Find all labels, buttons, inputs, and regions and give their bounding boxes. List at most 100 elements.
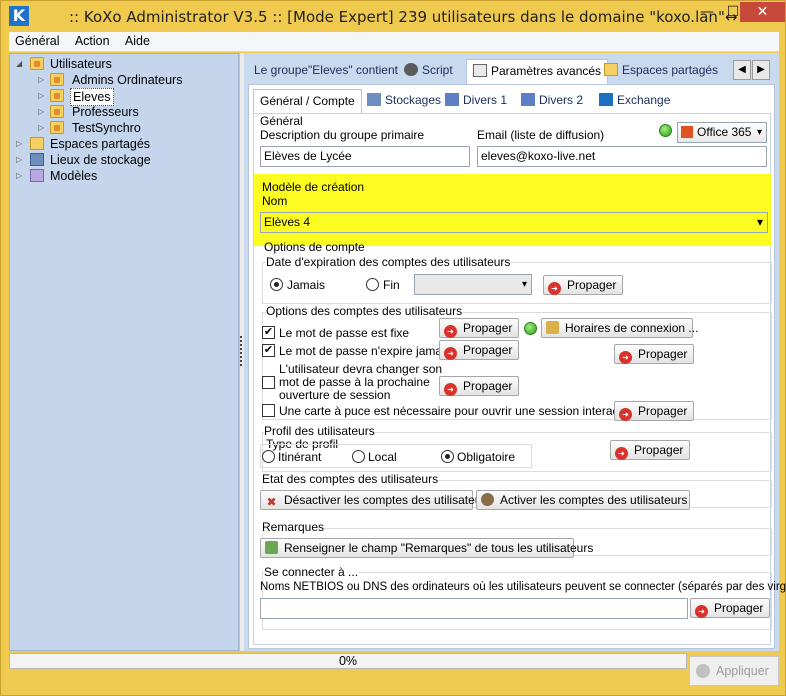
- email-input[interactable]: eleves@koxo-live.net: [477, 146, 767, 167]
- title-bar[interactable]: K :: KoXo Administrator V3.5 :: [Mode Ex…: [1, 1, 786, 31]
- tree-node-eleves[interactable]: ▷ Eleves: [38, 88, 228, 106]
- collapsed-arrow-icon[interactable]: ▷: [16, 136, 26, 152]
- menu-bar: Général Action Aide: [9, 32, 779, 52]
- never-expire-checkbox[interactable]: ✔: [262, 344, 275, 357]
- description-label: Description du groupe primaire: [260, 128, 425, 142]
- misc-icon: [445, 93, 459, 106]
- propagate-profile-button[interactable]: ➜ Propager: [610, 440, 690, 460]
- chevron-down-icon: ▾: [521, 279, 527, 290]
- computers-input[interactable]: [260, 598, 688, 619]
- misc-icon: [521, 93, 535, 106]
- menu-general[interactable]: Général: [9, 32, 65, 48]
- disable-accounts-button[interactable]: ✖ Désactiver les comptes des utilisateurs: [260, 490, 491, 510]
- expiration-label: Date d'expiration des comptes des utilis…: [266, 255, 511, 269]
- propagate-smartcard-button[interactable]: ➜ Propager: [614, 401, 694, 421]
- tree-node-teachers[interactable]: ▷ Professeurs: [38, 104, 228, 120]
- menu-help[interactable]: Aide: [119, 32, 156, 48]
- smartcard-checkbox[interactable]: [262, 404, 275, 417]
- tree-node-models[interactable]: ▷ Modèles: [16, 168, 226, 184]
- description-input[interactable]: Elèves de Lycée: [260, 146, 470, 167]
- office-icon: [681, 126, 693, 138]
- general-account-content: Général Description du groupe primaire E…: [253, 113, 786, 645]
- smartcard-label: Une carte à puce est nécessaire pour ouv…: [279, 404, 638, 418]
- expanded-arrow-icon[interactable]: ◢: [16, 56, 26, 72]
- tab-advanced-label: Paramètres avancés: [491, 64, 602, 78]
- propagate-never-expire-button[interactable]: ➜ Propager: [439, 340, 519, 360]
- section-general: Général: [260, 114, 303, 128]
- chevron-down-icon: ▾: [756, 127, 762, 138]
- end-radio[interactable]: [366, 278, 379, 291]
- apply-button[interactable]: Appliquer: [689, 656, 779, 686]
- collapsed-arrow-icon[interactable]: ▷: [38, 72, 48, 88]
- must-change-checkbox[interactable]: [262, 376, 275, 389]
- tab-group-contents[interactable]: Le groupe"Eleves" contient: [248, 59, 404, 83]
- tab-advanced-settings[interactable]: Paramètres avancés: [466, 59, 609, 85]
- tree-node-storage[interactable]: ▷ Lieux de stockage: [16, 152, 226, 168]
- logon-hours-label: Horaires de connexion ...: [565, 321, 699, 335]
- minimize-button[interactable]: —: [694, 2, 720, 22]
- users-folder-icon: [30, 57, 44, 70]
- close-button[interactable]: ✕: [740, 2, 785, 22]
- fixed-password-label: Le mot de passe est fixe: [279, 326, 410, 340]
- storage-icon: [367, 93, 381, 106]
- roaming-radio[interactable]: [262, 450, 275, 463]
- subtab-misc2-label: Divers 2: [539, 93, 584, 107]
- splitter-grip[interactable]: [240, 336, 243, 366]
- propagate-expiration-button[interactable]: ➜ Propager: [543, 275, 623, 295]
- tree-label-admins: Admins Ordinateurs: [72, 73, 183, 87]
- enable-accounts-label: Activer les comptes des utilisateurs: [500, 493, 688, 507]
- storage-network-icon: [30, 153, 44, 166]
- model-name-label: Nom: [262, 194, 288, 208]
- local-label: Local: [368, 450, 397, 464]
- propagate-logon-hours-button[interactable]: ➜ Propager: [614, 344, 694, 364]
- tree-label-teachers: Professeurs: [72, 105, 139, 119]
- tab-shared-spaces[interactable]: Espaces partagés: [598, 59, 724, 83]
- subtab-exchange[interactable]: Exchange: [593, 89, 676, 113]
- tree-node-users[interactable]: ◢ Utilisateurs: [16, 56, 216, 72]
- tree-node-admins[interactable]: ▷ Admins Ordinateurs: [38, 72, 228, 88]
- tree-label-users: Utilisateurs: [50, 57, 112, 71]
- tab-script[interactable]: Script: [398, 59, 459, 83]
- propagate-connect-button[interactable]: ➜ Propager: [690, 598, 770, 618]
- must-change-line1: L'utilisateur devra changer son: [279, 362, 443, 376]
- collapsed-arrow-icon[interactable]: ▷: [38, 120, 48, 136]
- office-select[interactable]: Office 365 ▾: [677, 122, 767, 143]
- progress-bar: 0%: [9, 653, 687, 669]
- tree-node-shared-spaces[interactable]: ▷ Espaces partagés: [16, 136, 226, 152]
- scroll-left-button[interactable]: ◀: [733, 60, 751, 80]
- collapsed-arrow-icon[interactable]: ▷: [16, 168, 26, 184]
- propagate-label: Propager: [463, 379, 513, 393]
- propagate-label: Propager: [714, 601, 764, 615]
- end-date-select[interactable]: ▾: [414, 274, 532, 295]
- office-select-value: Office 365: [697, 125, 752, 139]
- connect-label: Noms NETBIOS ou DNS des ordinateurs où l…: [260, 581, 786, 593]
- logon-hours-button[interactable]: Horaires de connexion ...: [541, 318, 698, 338]
- fill-remarks-button[interactable]: Renseigner le champ "Remarques" de tous …: [260, 538, 593, 558]
- model-name-select[interactable]: Elèves 4 ▾: [260, 212, 768, 233]
- subtab-storage[interactable]: Stockages: [361, 89, 447, 113]
- never-expire-label: Le mot de passe n'expire jamais: [279, 344, 451, 358]
- local-radio[interactable]: [352, 450, 365, 463]
- propagate-icon: ➜: [444, 347, 457, 360]
- collapsed-arrow-icon[interactable]: ▷: [16, 152, 26, 168]
- subtab-exchange-label: Exchange: [617, 93, 671, 107]
- propagate-fixed-password-button[interactable]: ➜ Propager: [439, 318, 519, 338]
- propagate-must-change-button[interactable]: ➜ Propager: [439, 376, 519, 396]
- apply-label: Appliquer: [716, 664, 769, 678]
- tab-shared-label: Espaces partagés: [622, 63, 719, 77]
- window-title: :: KoXo Administrator V3.5 :: [Mode Expe…: [69, 8, 737, 26]
- collapsed-arrow-icon[interactable]: ▷: [38, 104, 48, 120]
- tree-label-storage: Lieux de stockage: [50, 153, 151, 167]
- collapsed-arrow-icon[interactable]: ▷: [38, 88, 48, 104]
- propagate-icon: ➜: [444, 383, 457, 396]
- subtab-misc1[interactable]: Divers 1: [439, 89, 513, 113]
- menu-action[interactable]: Action: [69, 32, 116, 48]
- never-radio[interactable]: [270, 278, 283, 291]
- enable-accounts-button[interactable]: Activer les comptes des utilisateurs: [476, 490, 690, 510]
- mandatory-radio[interactable]: [441, 450, 454, 463]
- subtab-misc2[interactable]: Divers 2: [515, 89, 589, 113]
- scroll-right-button[interactable]: ▶: [752, 60, 770, 80]
- tree-node-testsynchro[interactable]: ▷ TestSynchro: [38, 120, 228, 136]
- subtab-general-account[interactable]: Général / Compte: [253, 89, 362, 115]
- fixed-password-checkbox[interactable]: ✔: [262, 326, 275, 339]
